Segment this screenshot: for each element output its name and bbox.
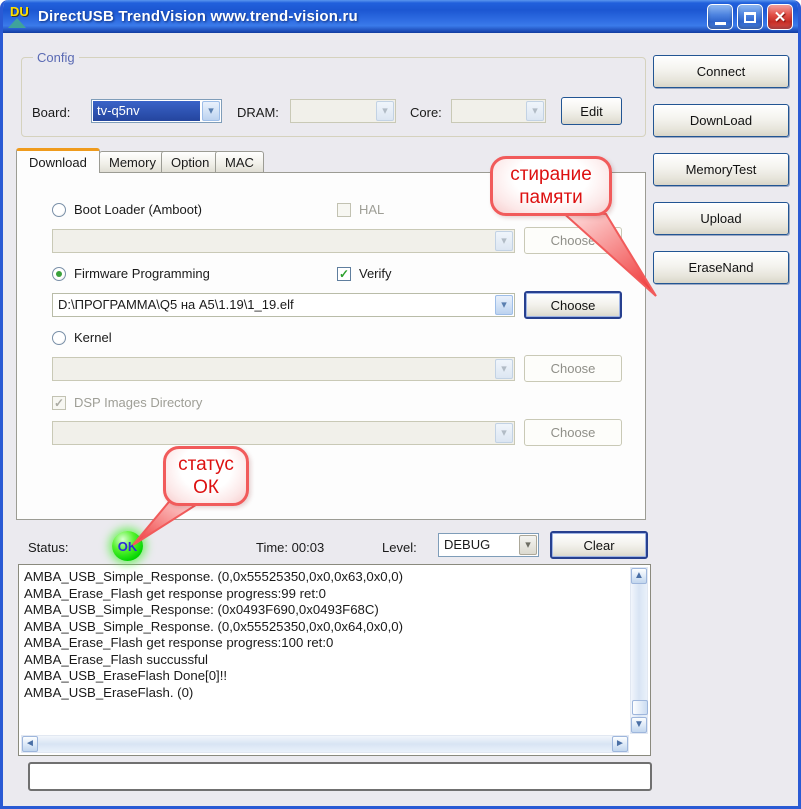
erase-callout-line2: памяти xyxy=(501,186,601,209)
chevron-down-icon: ▾ xyxy=(495,359,513,379)
log-line: AMBA_USB_Simple_Response: (0x0493F690,0x… xyxy=(24,602,626,619)
verify-checkbox[interactable]: ✓ xyxy=(337,267,351,281)
chevron-down-icon: ▾ xyxy=(526,101,544,121)
level-select[interactable]: DEBUG ▾ xyxy=(438,533,539,557)
config-group: Config Board: tv-q5nv ▾ DRAM: ▾ Core: ▾ … xyxy=(21,57,646,137)
chevron-down-icon[interactable]: ▾ xyxy=(495,295,513,315)
log-line: AMBA_Erase_Flash get response progress:1… xyxy=(24,635,626,652)
dsp-path-select: ▾ xyxy=(52,421,515,445)
boot-loader-label: Boot Loader (Amboot) xyxy=(74,202,202,217)
board-label: Board: xyxy=(32,105,70,120)
maximize-icon xyxy=(744,12,756,23)
erasenand-button[interactable]: EraseNand xyxy=(653,251,789,284)
horizontal-scrollbar[interactable]: ◄ ► xyxy=(21,735,629,753)
hal-checkbox xyxy=(337,203,351,217)
time-value: 00:03 xyxy=(292,540,325,555)
erase-callout-tail xyxy=(548,206,662,302)
memorytest-button[interactable]: MemoryTest xyxy=(653,153,789,186)
dram-select: ▾ xyxy=(290,99,396,123)
window-title: DirectUSB TrendVision www.trend-vision.r… xyxy=(38,8,358,25)
core-label: Core: xyxy=(410,105,442,120)
chevron-down-icon[interactable]: ▾ xyxy=(519,535,537,555)
board-select[interactable]: tv-q5nv ▾ xyxy=(91,99,222,123)
firmware-radio[interactable] xyxy=(52,267,66,281)
scroll-right-icon[interactable]: ► xyxy=(612,736,628,752)
upload-button[interactable]: Upload xyxy=(653,202,789,235)
boot-loader-path-value xyxy=(58,230,492,252)
tab-memory[interactable]: Memory xyxy=(99,151,166,173)
status-callout-line1: статус xyxy=(174,453,238,476)
log-line: AMBA_USB_EraseFlash. (0) xyxy=(24,685,626,702)
status-callout-line2: ОК xyxy=(174,476,238,499)
vertical-scrollbar[interactable]: ▲ ▼ xyxy=(630,567,648,734)
kernel-choose-button[interactable]: Choose xyxy=(524,355,622,382)
boot-loader-path-select: ▾ xyxy=(52,229,515,253)
verify-label: Verify xyxy=(359,266,392,281)
app-icon-triangle xyxy=(8,18,26,28)
dram-label: DRAM: xyxy=(237,105,279,120)
chevron-down-icon[interactable]: ▾ xyxy=(202,101,220,121)
close-icon: ✕ xyxy=(774,8,787,26)
log-lines: AMBA_USB_Simple_Response. (0,0x55525350,… xyxy=(24,569,626,731)
maximize-button[interactable] xyxy=(737,4,763,30)
scroll-up-icon[interactable]: ▲ xyxy=(631,568,647,584)
kernel-label: Kernel xyxy=(74,330,112,345)
status-label: Status: xyxy=(28,540,68,555)
app-icon: DU xyxy=(8,5,32,29)
log-line: AMBA_Erase_Flash get response progress:9… xyxy=(24,586,626,603)
edit-button[interactable]: Edit xyxy=(561,97,622,125)
dsp-label: DSP Images Directory xyxy=(74,395,202,410)
core-select: ▾ xyxy=(451,99,546,123)
app-icon-letters: DU xyxy=(10,4,29,19)
chevron-down-icon: ▾ xyxy=(495,231,513,251)
firmware-path-select[interactable]: D:\ПРОГРАММА\Q5 на A5\1.19\1_19.elf ▾ xyxy=(52,293,515,317)
log-line: AMBA_USB_Simple_Response. (0,0x55525350,… xyxy=(24,619,626,636)
minimize-icon xyxy=(715,22,726,25)
tab-option[interactable]: Option xyxy=(161,151,219,173)
hal-label: HAL xyxy=(359,202,384,217)
chevron-down-icon: ▾ xyxy=(376,101,394,121)
core-select-value xyxy=(457,100,523,122)
board-select-value: tv-q5nv xyxy=(93,101,200,121)
boot-loader-radio[interactable] xyxy=(52,203,66,217)
level-label: Level: xyxy=(382,540,417,555)
dram-select-value xyxy=(296,100,373,122)
scroll-left-icon[interactable]: ◄ xyxy=(22,736,38,752)
erase-callout-line1: стирание xyxy=(501,163,601,186)
titlebar[interactable]: DU DirectUSB TrendVision www.trend-visio… xyxy=(0,0,801,33)
connect-button[interactable]: Connect xyxy=(653,55,789,88)
tab-mac[interactable]: MAC xyxy=(215,151,264,173)
dsp-path-value xyxy=(58,422,492,444)
kernel-radio[interactable] xyxy=(52,331,66,345)
log-line: AMBA_USB_Simple_Response. (0,0x55525350,… xyxy=(24,569,626,586)
scroll-down-icon[interactable]: ▼ xyxy=(631,717,647,733)
log-line: AMBA_Erase_Flash succussful xyxy=(24,652,626,669)
firmware-label: Firmware Programming xyxy=(74,266,210,281)
dsp-choose-button[interactable]: Choose xyxy=(524,419,622,446)
close-button[interactable]: ✕ xyxy=(767,4,793,30)
download-button[interactable]: DownLoad xyxy=(653,104,789,137)
dsp-checkbox: ✓ xyxy=(52,396,66,410)
kernel-path-select: ▾ xyxy=(52,357,515,381)
time-label: Time: 00:03 xyxy=(256,540,324,555)
window-controls: ✕ xyxy=(707,4,793,30)
clear-button[interactable]: Clear xyxy=(550,531,648,559)
vertical-scroll-thumb[interactable] xyxy=(632,700,648,715)
minimize-button[interactable] xyxy=(707,4,733,30)
firmware-path-value: D:\ПРОГРАММА\Q5 на A5\1.19\1_19.elf xyxy=(58,294,492,316)
status-callout: статус ОК xyxy=(163,446,249,506)
level-select-value: DEBUG xyxy=(444,534,516,556)
log-output: AMBA_USB_Simple_Response. (0,0x55525350,… xyxy=(18,564,651,756)
config-group-label: Config xyxy=(33,50,79,65)
log-line: AMBA_USB_EraseFlash Done[0]!! xyxy=(24,668,626,685)
kernel-path-value xyxy=(58,358,492,380)
tab-download[interactable]: Download xyxy=(16,148,100,173)
command-input[interactable] xyxy=(28,762,652,791)
erase-callout: стирание памяти xyxy=(490,156,612,216)
chevron-down-icon: ▾ xyxy=(495,423,513,443)
app-window: DU DirectUSB TrendVision www.trend-visio… xyxy=(0,0,801,809)
